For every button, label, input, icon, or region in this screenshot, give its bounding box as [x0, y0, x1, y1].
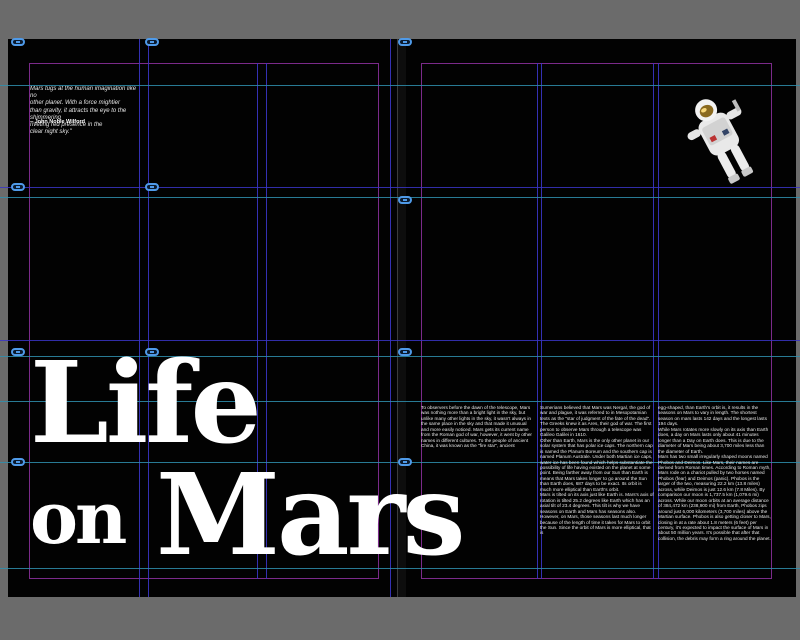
text-frame-link-icon[interactable]	[11, 348, 25, 356]
body-text-column-2[interactable]: Sumerians believed that Mars was Nergal,…	[540, 405, 654, 577]
text-frame-link-icon[interactable]	[11, 458, 25, 466]
body-text-column-1[interactable]: To observers before the dawn of the tele…	[421, 405, 535, 577]
quote-author[interactable]: – John Noble Wilford	[30, 119, 85, 125]
text-frame-link-icon[interactable]	[398, 38, 412, 46]
headline-word-life[interactable]: Life	[30, 348, 262, 460]
text-frame-link-icon[interactable]	[398, 348, 412, 356]
text-frame-link-icon[interactable]	[145, 38, 159, 46]
text-frame-link-icon[interactable]	[398, 196, 412, 204]
column-guide	[139, 39, 140, 597]
column-guide	[148, 39, 149, 597]
headline-word-on[interactable]: on	[30, 478, 127, 558]
body-text-column-3[interactable]: egg-shaped, than Earth's orbit is, it re…	[658, 405, 772, 577]
astronaut-image[interactable]	[680, 92, 766, 188]
headline-word-mars[interactable]: Mars	[156, 460, 466, 572]
column-guide	[537, 63, 538, 579]
text-frame-link-icon[interactable]	[11, 38, 25, 46]
text-frame-link-icon[interactable]	[11, 183, 25, 191]
pull-quote[interactable]: Mars tugs at the human imagination like …	[30, 86, 138, 136]
text-frame-link-icon[interactable]	[145, 183, 159, 191]
